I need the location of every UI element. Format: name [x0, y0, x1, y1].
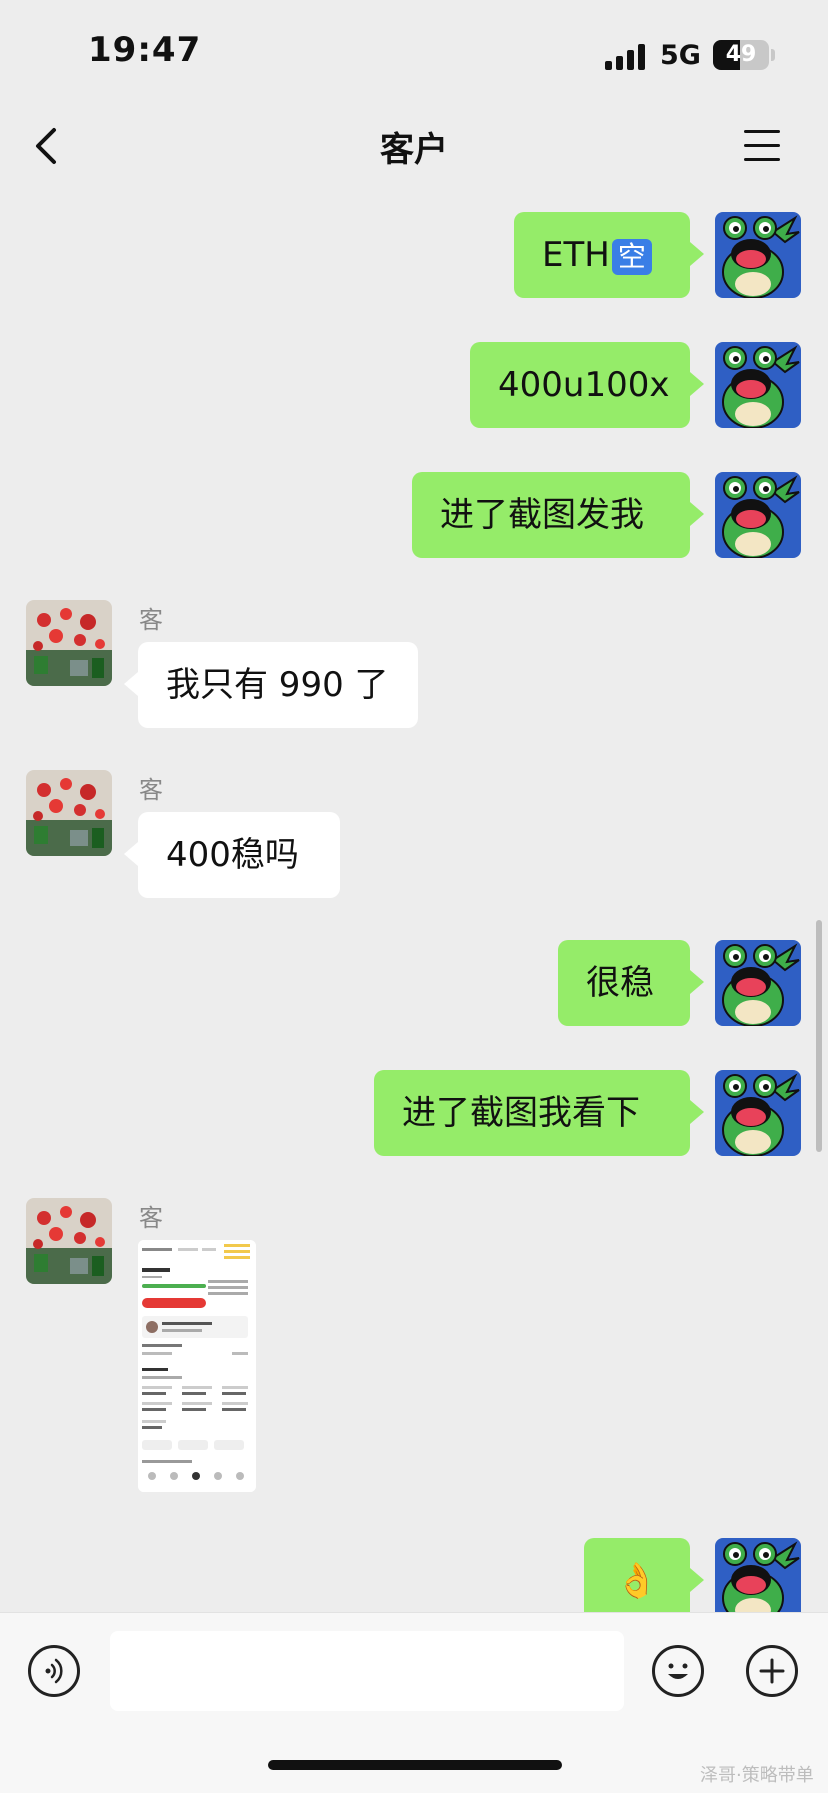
- message-bubble[interactable]: 我只有 990 了: [124, 642, 418, 728]
- message-input[interactable]: [110, 1631, 624, 1711]
- customer-avatar[interactable]: [26, 600, 112, 686]
- screenshot-image-message[interactable]: [138, 1240, 256, 1492]
- voice-icon[interactable]: [28, 1645, 80, 1697]
- status-time: 19:47: [88, 30, 202, 70]
- watermark: 泽哥·策略带单: [700, 1765, 814, 1786]
- message-bubble[interactable]: 很稳: [558, 940, 704, 1026]
- battery-icon: 49: [713, 40, 769, 70]
- frog-avatar[interactable]: [715, 342, 801, 428]
- scrollbar[interactable]: [816, 920, 822, 1152]
- message-bubble[interactable]: 400u100x: [470, 342, 704, 428]
- message-bubble[interactable]: ETH 空: [514, 212, 704, 298]
- battery-tip: [771, 49, 775, 61]
- message-text: ETH: [542, 235, 610, 275]
- customer-avatar[interactable]: [26, 1198, 112, 1284]
- message-bubble[interactable]: 进了截图发我: [412, 472, 704, 558]
- frog-avatar[interactable]: [715, 940, 801, 1026]
- emoji-icon[interactable]: [652, 1645, 704, 1697]
- chat-title: 客户: [380, 130, 448, 170]
- message-bubble[interactable]: 进了截图我看下: [374, 1070, 704, 1156]
- plus-icon[interactable]: [746, 1645, 798, 1697]
- status-bar: 19:47 5G 49: [0, 0, 828, 100]
- frog-avatar[interactable]: [715, 212, 801, 298]
- frog-avatar[interactable]: [715, 472, 801, 558]
- home-indicator[interactable]: [268, 1760, 562, 1770]
- battery-percent: 49: [725, 42, 757, 67]
- message-bubble[interactable]: 400稳吗: [124, 812, 340, 898]
- network-type: 5G: [660, 40, 701, 71]
- hamburger-menu-icon[interactable]: [744, 130, 780, 162]
- customer-avatar[interactable]: [26, 770, 112, 856]
- frog-avatar[interactable]: [715, 1070, 801, 1156]
- signal-icon: [605, 44, 647, 70]
- kong-emoji-badge: 空: [611, 238, 652, 275]
- chat-header: 客户: [0, 100, 828, 192]
